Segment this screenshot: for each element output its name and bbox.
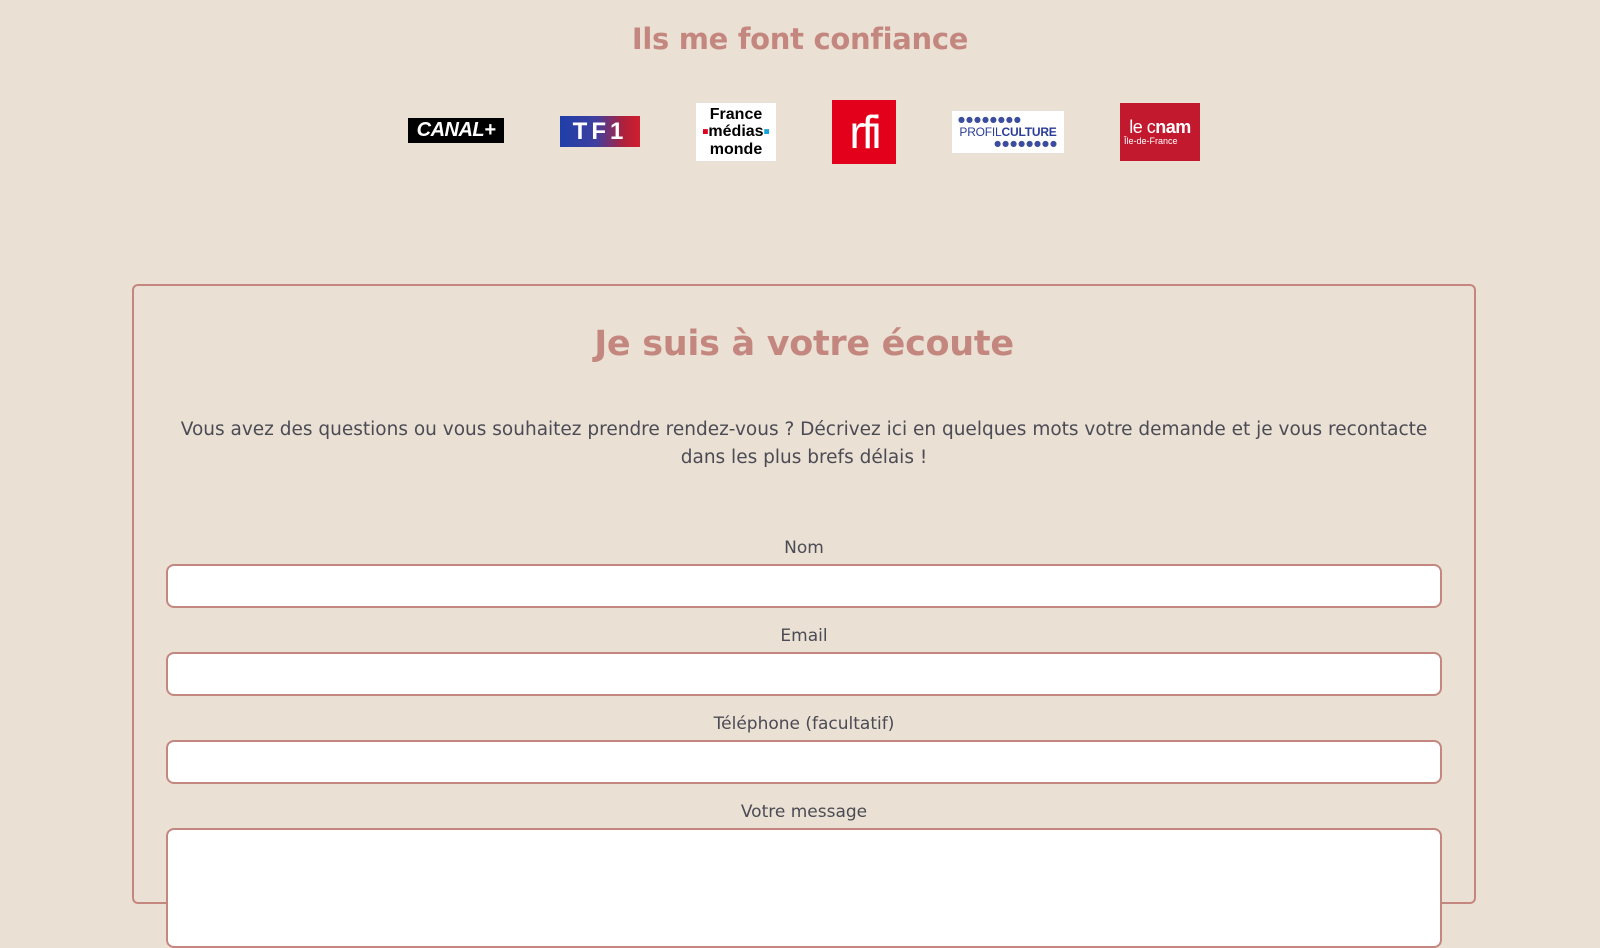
profilculture-dots-bottom: ●●●●●●●● [994, 139, 1058, 148]
fmm-line-2: ■médias■ [702, 123, 770, 141]
tf1-logo-text: TF1 [572, 117, 628, 145]
profilculture-logo: ●●●●●●●● PROFILCULTURE ●●●●●●●● [952, 111, 1064, 153]
profilculture-logo-text: PROFILCULTURE [959, 125, 1057, 139]
fmm-line-3: monde [709, 140, 763, 158]
contact-form-card: Je suis à votre écoute Vous avez des que… [132, 284, 1476, 948]
france-medias-monde-logo: France ■médias■ monde [696, 103, 776, 161]
tf1-logo: TF1 [560, 116, 640, 147]
rfi-logo-text: rfi [849, 106, 881, 158]
email-label: Email [780, 626, 828, 646]
profilculture-dots-top: ●●●●●●●● [958, 115, 1022, 124]
contact-intro-text: Vous avez des questions ou vous souhaite… [180, 419, 1428, 468]
name-label: Nom [784, 538, 824, 558]
trust-section-title: Ils me font confiance [631, 22, 969, 56]
message-label: Votre message [740, 802, 868, 822]
email-input[interactable] [166, 652, 1442, 696]
canal-plus-logo-text: CANAL+ [416, 119, 496, 141]
name-input[interactable] [166, 564, 1442, 608]
le-cnam-logo: le cnam Île-de-France [1120, 103, 1200, 161]
rfi-logo: rfi [832, 100, 896, 164]
cnam-logo-sub: Île-de-France [1124, 136, 1178, 146]
message-textarea[interactable] [166, 828, 1442, 948]
fmm-line-1: France [709, 106, 763, 124]
phone-input[interactable] [166, 740, 1442, 784]
contact-title: Je suis à votre écoute [594, 324, 1014, 364]
canal-plus-logo: CANAL+ [408, 118, 504, 143]
client-logos: CANAL+ TF1 France ■médias■ monde rfi ●●●… [0, 98, 1600, 164]
phone-label: Téléphone (facultatif) [713, 714, 895, 734]
cnam-logo-main: le cnam [1129, 117, 1191, 137]
